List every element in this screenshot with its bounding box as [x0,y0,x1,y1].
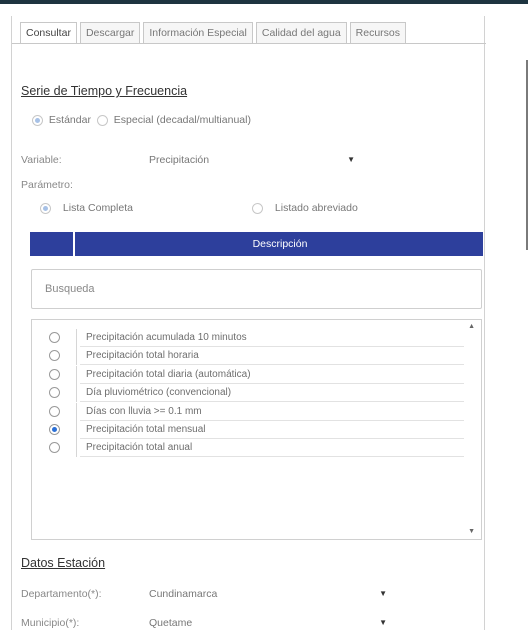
parametro-label: Parámetro: [21,179,73,191]
municipio-select-value: Quetame [149,617,193,629]
list-item[interactable]: Día pluviométrico (convencional) [32,384,464,403]
list-item-radio-cell [32,347,77,366]
municipio-label: Municipio(*): [21,617,80,629]
serie-section-title: Serie de Tiempo y Frecuencia [21,84,188,98]
list-item-divider [80,456,464,458]
search-box [31,269,482,309]
radio-lista-completa[interactable] [40,202,51,214]
list-item-label: Precipitación total anual [86,442,193,454]
list-item-radio-cell [32,365,77,384]
list-item-label: Días con lluvia >= 0.1 mm [86,405,202,417]
parametro-short-option: Listado abreviado [252,202,358,214]
estacion-section-title: Datos Estación [21,556,106,570]
list-item-radio[interactable] [48,332,60,343]
tab-informacion-especial[interactable]: Información Especial [143,22,253,44]
municipio-select[interactable]: Quetame ▼ [137,612,393,630]
variable-label: Variable: [21,154,62,166]
list-item[interactable]: Precipitación total horaria [32,347,464,366]
list-item-label: Día pluviométrico (convencional) [86,387,232,399]
list-item[interactable]: Precipitación acumulada 10 minutos [32,329,464,347]
tab-calidad-del-agua[interactable]: Calidad del agua [255,22,347,44]
list-item-radio[interactable] [48,424,60,435]
departamento-select-value: Cundinamarca [149,588,218,600]
list-item[interactable]: Días con lluvia >= 0.1 mm [32,402,464,421]
list-item-label: Precipitación total mensual [86,424,206,435]
query-panel: Consultar Descargar Información Especial… [11,16,486,630]
list-item-radio-cell [32,421,77,439]
list-item-radio-cell [32,402,77,421]
description-header-label: Descripción [252,238,308,250]
radio-especial-label: Especial (decadal/multianual) [113,114,251,126]
radio-listado-abreviado-label: Listado abreviado [274,202,358,214]
variable-select-value: Precipitación [149,154,210,166]
tab-consultar[interactable]: Consultar [20,22,77,44]
list-item-radio[interactable] [48,350,60,362]
variable-select[interactable]: Precipitación ▼ [137,149,361,171]
tabs-divider [12,43,486,44]
radio-listado-abreviado[interactable] [252,202,263,214]
radio-lista-completa-label: Lista Completa [62,202,133,214]
list-item-radio[interactable] [48,387,60,399]
list-item-radio-cell [32,384,77,403]
tab-recursos[interactable]: Recursos [349,22,407,44]
chevron-down-icon: ▼ [347,155,355,164]
list-item-label: Precipitación total diaria (automática) [86,368,251,380]
radio-estandar-label: Estándar [48,114,91,126]
list-item-label: Precipitación total horaria [86,350,199,362]
parametro-full-option: Lista Completa [40,202,133,214]
radio-estandar[interactable] [32,114,43,126]
departamento-select[interactable]: Cundinamarca ▼ [137,583,393,605]
list-item-radio[interactable] [48,405,60,417]
list-item[interactable]: Precipitación total anual [32,439,464,458]
chevron-down-icon: ▼ [379,618,387,627]
list-item-radio[interactable] [48,368,60,380]
list-item[interactable]: Precipitación total diaria (automática) [32,365,464,384]
list-item[interactable]: Precipitación total mensual [32,421,464,439]
parameter-list: ▲ ▼ Precipitación acumulada 10 minutos Pr… [31,319,482,540]
radio-column-header [30,232,75,256]
scroll-up-icon[interactable]: ▲ [468,323,475,330]
scroll-down-icon[interactable]: ▼ [468,528,475,535]
tab-descargar[interactable]: Descargar [79,22,141,44]
list-item-label: Precipitación acumulada 10 minutos [86,332,247,343]
tab-bar: Consultar Descargar Información Especial… [20,22,409,44]
radio-especial[interactable] [96,114,108,126]
chevron-down-icon: ▼ [379,589,387,598]
description-header: Descripción [30,232,483,256]
list-item-radio-cell [32,439,77,458]
search-input[interactable] [32,270,481,308]
serie-radio-group: Estándar Especial (decadal/multianual) [32,114,251,126]
top-strip [0,0,528,4]
list-item-radio[interactable] [48,442,60,454]
departamento-label: Departamento(*): [21,588,102,600]
list-item-radio-cell [32,329,77,347]
